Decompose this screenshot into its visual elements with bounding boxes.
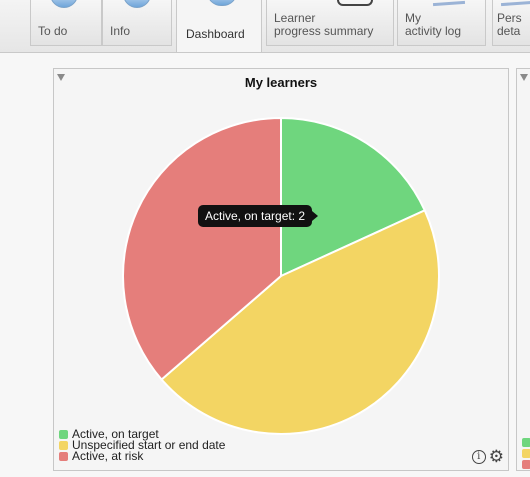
gear-icon[interactable]: ⚙	[489, 449, 504, 466]
legend-swatch	[522, 449, 530, 458]
legend-swatch	[59, 452, 68, 461]
my-learners-panel: My learners Active, on target: 2 Active,…	[53, 68, 509, 471]
chart-tooltip: Active, on target: 2	[198, 205, 319, 227]
pie-chart	[122, 116, 440, 435]
tab-label: Dashboard	[186, 27, 245, 41]
tab-label: To do	[38, 24, 68, 38]
activity-log-icon	[432, 0, 466, 7]
tab-my-activity-log[interactable]: My activity log	[397, 0, 486, 46]
chart-legend: Active, on target Unspecified start or e…	[59, 428, 225, 463]
tab-learner-progress-summary[interactable]: Learner progress summary	[266, 0, 394, 46]
tab-label-line2: activity log	[405, 24, 462, 38]
panel-icons: i ⚙	[471, 449, 504, 466]
to-do-icon	[50, 0, 78, 8]
personal-details-icon	[500, 0, 530, 7]
legend-swatch	[522, 460, 530, 469]
partial-legend	[522, 438, 530, 469]
tab-to-do[interactable]: To do	[30, 0, 102, 46]
report-icon	[337, 0, 373, 6]
tab-bar: To do Info Dashboard Learner progress su…	[0, 0, 530, 53]
info-icon[interactable]: i	[471, 450, 486, 464]
legend-swatch	[522, 438, 530, 447]
info-tab-icon	[123, 0, 151, 8]
tab-dashboard[interactable]: Dashboard	[176, 0, 262, 52]
tab-label-line2: deta	[497, 24, 521, 38]
legend-swatch	[59, 430, 68, 439]
collapse-triangle-icon[interactable]	[520, 74, 528, 81]
dashboard-content: My learners Active, on target: 2 Active,…	[0, 53, 530, 477]
tab-personal-details[interactable]: Pers deta	[492, 0, 530, 46]
legend-swatch	[59, 441, 68, 450]
tab-label: Info	[110, 24, 131, 38]
tab-info[interactable]: Info	[102, 0, 172, 46]
tab-label-line2: progress summary	[274, 24, 374, 38]
dashboard-icon	[207, 0, 237, 6]
legend-item-at-risk[interactable]: Active, at risk	[59, 449, 225, 463]
legend-label: Active, at risk	[72, 449, 144, 463]
second-panel-partial	[516, 68, 530, 471]
